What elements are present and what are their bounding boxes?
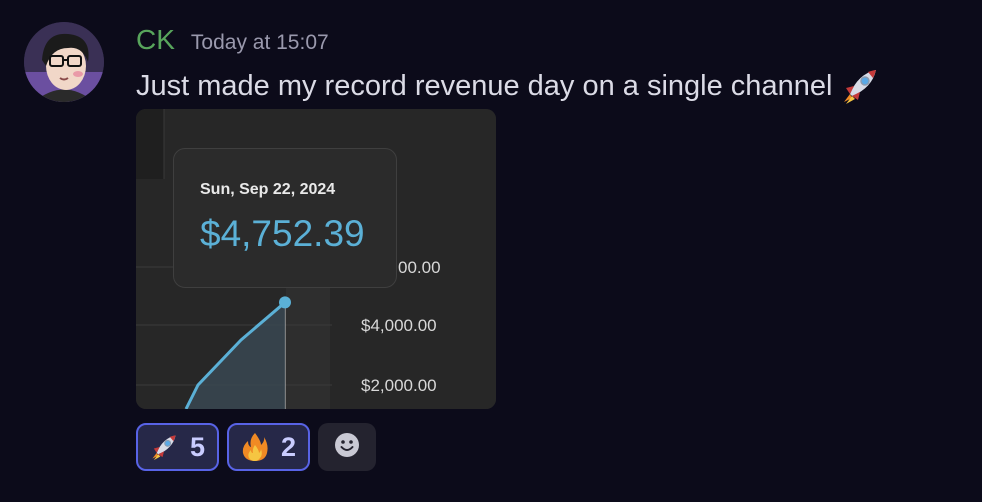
reactions-bar: 5 2 xyxy=(136,423,377,471)
timestamp[interactable]: Today at 15:07 xyxy=(191,31,329,55)
chart-tooltip: Sun, Sep 22, 2024 $4,752.39 xyxy=(173,148,397,288)
rocket-icon xyxy=(838,64,882,108)
y-tick-label: 00.00 xyxy=(398,258,441,277)
reaction-count: 5 xyxy=(190,431,206,462)
message-text: Just made my record revenue day on a sin… xyxy=(136,69,833,102)
y-tick-label: $2,000.00 xyxy=(361,376,437,395)
message-content: Just made my record revenue day on a sin… xyxy=(136,64,882,108)
reaction-count: 2 xyxy=(281,431,297,462)
chat-message: CK Today at 15:07 Just made my record re… xyxy=(0,0,982,502)
avatar-image xyxy=(24,22,104,102)
reaction-rocket[interactable]: 5 xyxy=(136,423,220,471)
data-point xyxy=(279,296,291,309)
smiley-icon xyxy=(333,431,361,464)
rocket-icon xyxy=(148,431,180,463)
reaction-fire[interactable]: 2 xyxy=(227,423,311,471)
username[interactable]: CK xyxy=(136,24,175,56)
avatar[interactable] xyxy=(24,22,104,102)
y-tick-label: $4,000.00 xyxy=(361,316,437,335)
message-header: CK Today at 15:07 xyxy=(136,24,329,60)
add-reaction-button[interactable] xyxy=(318,423,377,471)
fire-icon xyxy=(239,431,271,463)
tooltip-value: $4,752.39 xyxy=(200,213,365,254)
tooltip-date: Sun, Sep 22, 2024 xyxy=(200,181,336,198)
